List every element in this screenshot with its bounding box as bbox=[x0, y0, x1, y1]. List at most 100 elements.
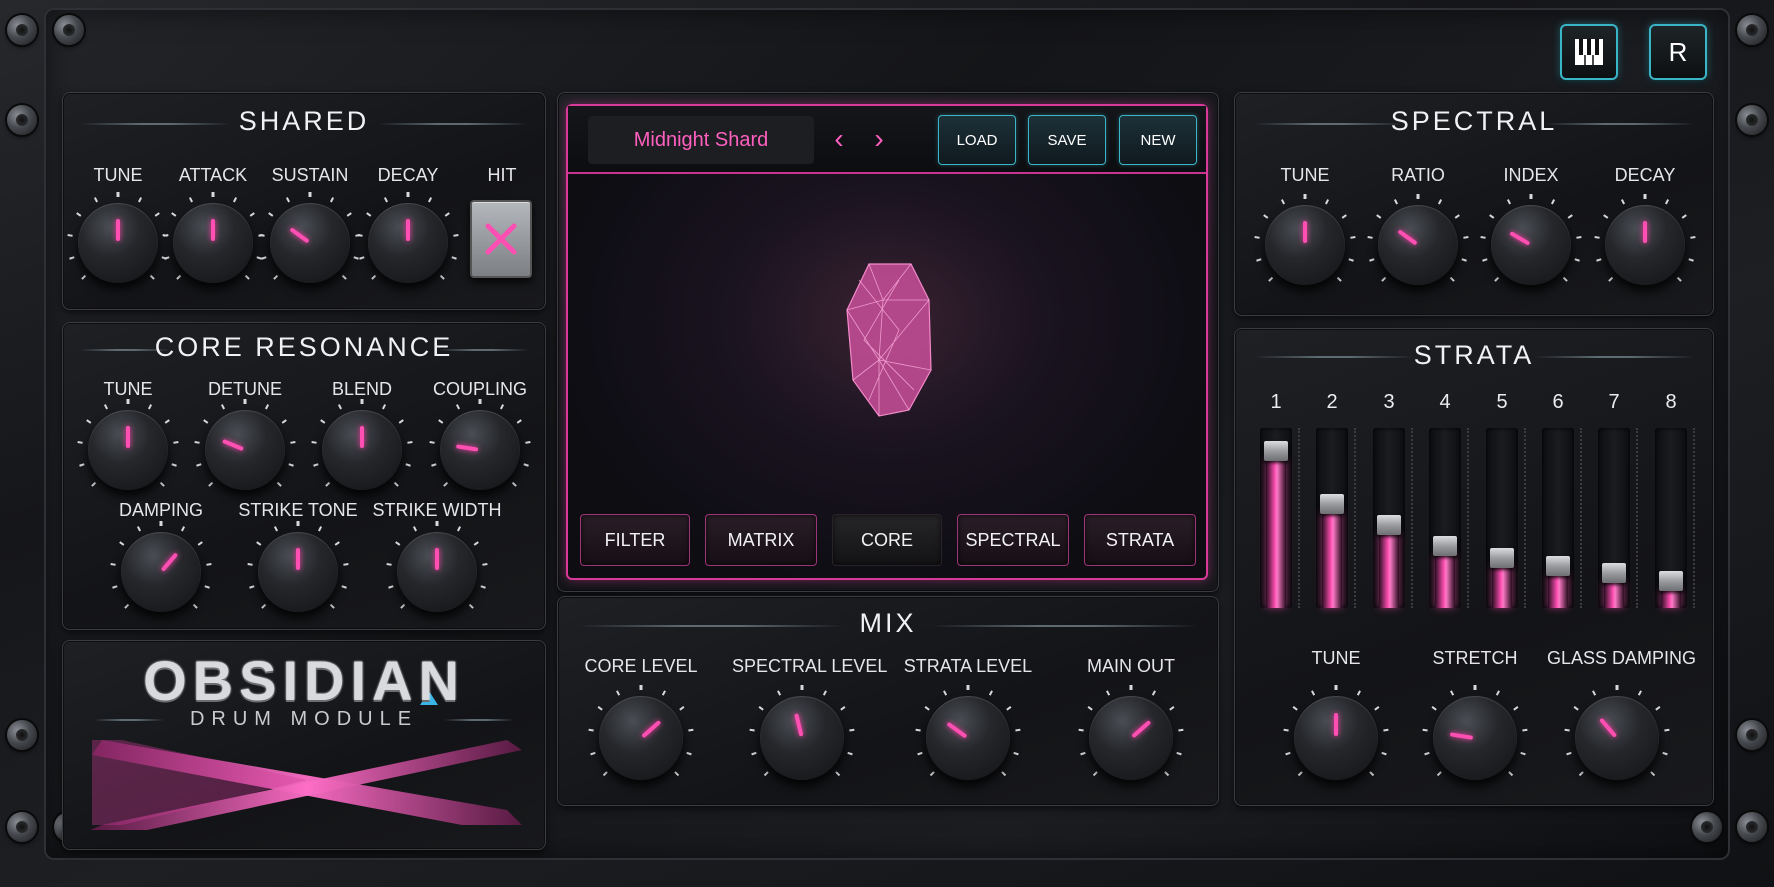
core-tune-knob[interactable] bbox=[74, 396, 182, 504]
load-button[interactable]: LOAD bbox=[938, 115, 1016, 165]
knob-indicator bbox=[794, 713, 804, 737]
knob-cap bbox=[1605, 205, 1685, 285]
knob-indicator bbox=[455, 444, 479, 452]
strata-band-number: 6 bbox=[1552, 391, 1564, 413]
preset-name-field[interactable]: Midnight Shard bbox=[588, 116, 814, 164]
slider-handle[interactable] bbox=[1546, 556, 1570, 576]
shared-attack-knob[interactable] bbox=[159, 189, 267, 297]
knob-indicator bbox=[1509, 231, 1531, 246]
slider-handle[interactable] bbox=[1433, 536, 1457, 556]
knob-indicator bbox=[360, 426, 364, 448]
screw-icon bbox=[54, 15, 84, 45]
screw-icon bbox=[7, 812, 37, 842]
strata-slider-4[interactable] bbox=[1429, 428, 1469, 608]
strata-stretch-knob[interactable] bbox=[1419, 682, 1531, 794]
core-resonance-title: CORE RESONANCE bbox=[154, 332, 454, 362]
mix-core-level-knob[interactable] bbox=[585, 682, 697, 794]
tab-filter[interactable]: FILTER bbox=[580, 514, 690, 566]
keyboard-button[interactable] bbox=[1560, 24, 1618, 80]
core-coupling-knob[interactable] bbox=[426, 396, 534, 504]
slider-handle[interactable] bbox=[1377, 515, 1401, 535]
knob-cap bbox=[1491, 205, 1571, 285]
strata-slider-8[interactable] bbox=[1655, 428, 1695, 608]
strata-band-number: 2 bbox=[1326, 391, 1338, 413]
knob-indicator bbox=[116, 219, 120, 241]
shared-tune-knob[interactable] bbox=[64, 189, 172, 297]
core-detune-knob[interactable] bbox=[191, 396, 299, 504]
strata-slider-3[interactable] bbox=[1373, 428, 1413, 608]
knob-indicator bbox=[222, 438, 244, 452]
slider-guide bbox=[1636, 428, 1638, 608]
mix-strata-level-knob[interactable] bbox=[912, 682, 1024, 794]
slider-fill bbox=[1322, 512, 1342, 608]
tab-strata[interactable]: STRATA bbox=[1084, 514, 1196, 566]
shared-sustain-knob[interactable] bbox=[256, 189, 364, 297]
mix-title: MIX bbox=[859, 608, 917, 638]
spectral-decay-knob[interactable] bbox=[1591, 191, 1699, 299]
mix-core-level-label: CORE LEVEL bbox=[584, 656, 698, 676]
logo-panel: OBSIDIAN DRUM MODULE bbox=[62, 640, 546, 850]
knob-indicator bbox=[126, 426, 130, 448]
knob-cap bbox=[397, 532, 477, 612]
knob-indicator bbox=[1131, 719, 1152, 739]
preset-display: Midnight Shard ‹ › LOAD SAVE NEW FILTER … bbox=[566, 104, 1208, 580]
knob-indicator bbox=[1599, 717, 1618, 738]
knob-cap bbox=[322, 410, 402, 490]
knob-cap bbox=[270, 203, 350, 283]
slider-handle[interactable] bbox=[1490, 548, 1514, 568]
spectral-tune-knob[interactable] bbox=[1251, 191, 1359, 299]
knob-indicator bbox=[435, 548, 439, 570]
hit-button[interactable] bbox=[470, 200, 532, 278]
knob-cap bbox=[440, 410, 520, 490]
slider-handle[interactable] bbox=[1659, 571, 1683, 591]
screw-icon bbox=[1692, 812, 1722, 842]
screw-icon bbox=[1737, 15, 1767, 45]
r-button[interactable]: R bbox=[1649, 24, 1707, 80]
strata-band-number: 8 bbox=[1665, 391, 1677, 413]
knob-indicator bbox=[406, 219, 410, 241]
strata-slider-2[interactable] bbox=[1316, 428, 1356, 608]
strata-slider-5[interactable] bbox=[1486, 428, 1526, 608]
crystal-visual bbox=[846, 263, 932, 417]
new-button[interactable]: NEW bbox=[1119, 115, 1197, 165]
knob-cap bbox=[121, 532, 201, 612]
slider-handle[interactable] bbox=[1320, 494, 1344, 514]
strata-tune-knob[interactable] bbox=[1280, 682, 1392, 794]
knob-cap bbox=[1433, 696, 1517, 780]
knob-indicator bbox=[641, 719, 662, 739]
tab-core[interactable]: CORE bbox=[832, 514, 942, 566]
shared-title: SHARED bbox=[238, 106, 370, 136]
strata-slider-6[interactable] bbox=[1542, 428, 1582, 608]
knob-indicator bbox=[211, 219, 215, 241]
slider-guide bbox=[1354, 428, 1356, 608]
knob-cap bbox=[1265, 205, 1345, 285]
knob-cap bbox=[258, 532, 338, 612]
tab-matrix[interactable]: MATRIX bbox=[705, 514, 817, 566]
save-button[interactable]: SAVE bbox=[1028, 115, 1106, 165]
slider-handle[interactable] bbox=[1602, 563, 1626, 583]
knob-cap bbox=[1089, 696, 1173, 780]
spectral-ratio-knob[interactable] bbox=[1364, 191, 1472, 299]
core-blend-knob[interactable] bbox=[308, 396, 416, 504]
shared-decay-knob[interactable] bbox=[354, 189, 462, 297]
strata-glass-damping-knob[interactable] bbox=[1561, 682, 1673, 794]
strata-slider-1[interactable] bbox=[1260, 428, 1300, 608]
screw-icon bbox=[1737, 812, 1767, 842]
core-strike-width-knob[interactable] bbox=[383, 518, 491, 626]
core-damping-knob[interactable] bbox=[107, 518, 215, 626]
spectral-index-knob[interactable] bbox=[1477, 191, 1585, 299]
chevron-right-icon[interactable]: › bbox=[864, 125, 894, 154]
chevron-left-icon[interactable]: ‹ bbox=[824, 125, 854, 154]
preset-header: Midnight Shard ‹ › LOAD SAVE NEW bbox=[568, 106, 1206, 174]
knob-cap bbox=[205, 410, 285, 490]
mix-spectral-level-knob[interactable] bbox=[746, 682, 858, 794]
tab-spectral[interactable]: SPECTRAL bbox=[957, 514, 1069, 566]
core-strike-tone-knob[interactable] bbox=[244, 518, 352, 626]
strata-slider-7[interactable] bbox=[1598, 428, 1638, 608]
slider-handle[interactable] bbox=[1264, 441, 1288, 461]
mix-main-out-knob[interactable] bbox=[1075, 682, 1187, 794]
knob-cap bbox=[1294, 696, 1378, 780]
knob-cap bbox=[1378, 205, 1458, 285]
knob-indicator bbox=[296, 548, 300, 570]
screw-icon bbox=[1737, 105, 1767, 135]
